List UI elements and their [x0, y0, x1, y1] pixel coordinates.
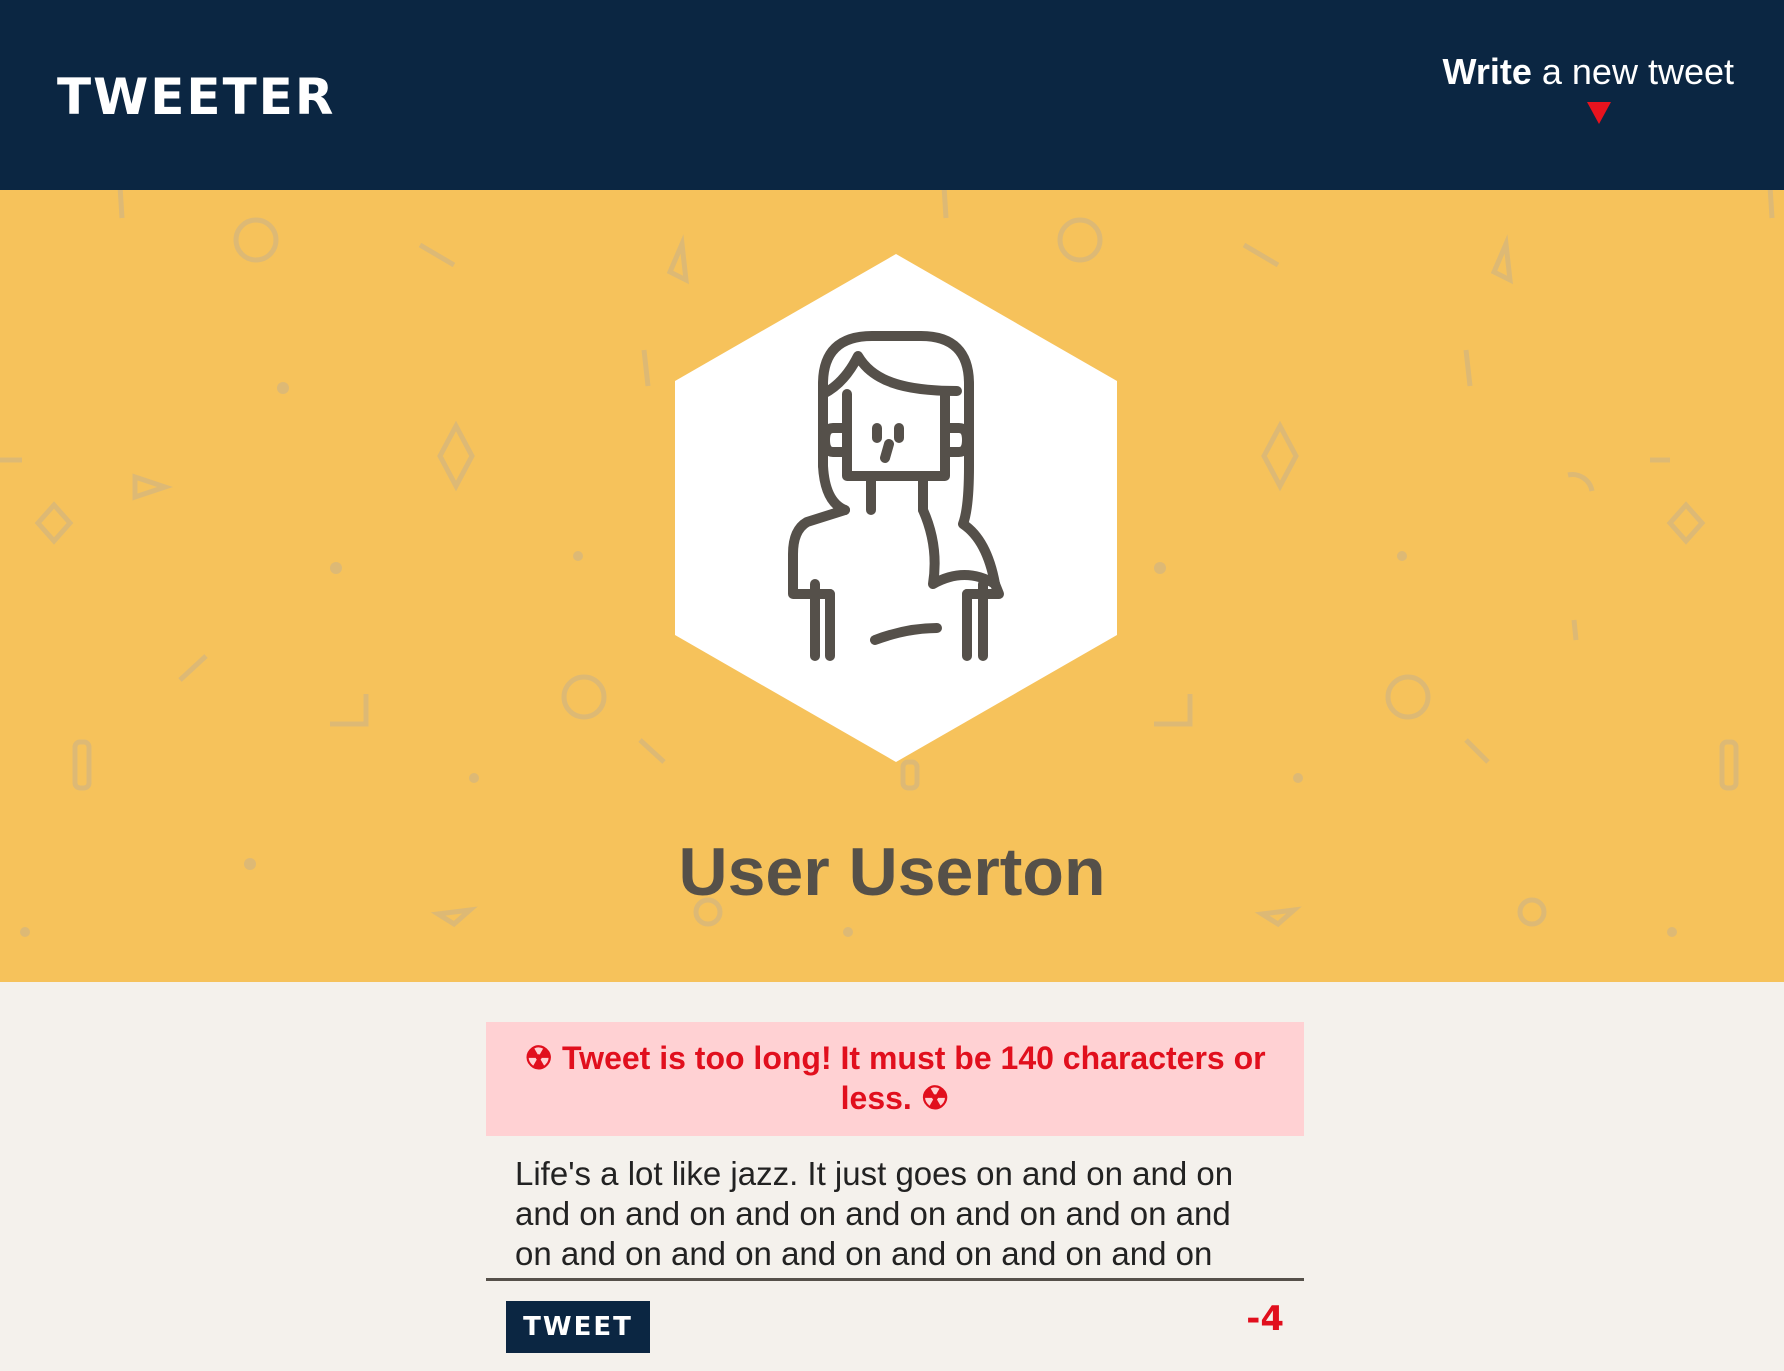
error-text: Tweet is too long! It must be 140 charac…	[562, 1040, 1266, 1116]
radioactive-icon: ☢	[524, 1040, 554, 1076]
profile-banner: User Userton	[0, 190, 1784, 982]
radioactive-icon: ☢	[920, 1080, 950, 1116]
navbar: TWEETER Write a new tweet	[0, 0, 1784, 190]
compose-toggle-bold: Write	[1442, 51, 1532, 92]
woman-avatar-icon	[675, 254, 1117, 762]
error-message: ☢ Tweet is too long! It must be 140 char…	[486, 1022, 1304, 1136]
composer-actions: TWEET -4	[486, 1281, 1304, 1371]
tweet-button[interactable]: TWEET	[506, 1301, 650, 1353]
brand-logo[interactable]: TWEETER	[57, 70, 335, 124]
caret-down-icon[interactable]	[1586, 102, 1611, 124]
character-counter: -4	[1246, 1299, 1284, 1339]
compose-toggle-label[interactable]: Write a new tweet	[1443, 50, 1734, 94]
compose-toggle-rest: a new tweet	[1531, 51, 1734, 92]
profile-name: User Userton	[678, 834, 1106, 910]
profile-avatar	[675, 254, 1117, 762]
tweet-composer: ☢ Tweet is too long! It must be 140 char…	[486, 1022, 1304, 1371]
compose-toggle[interactable]: Write a new tweet	[1443, 50, 1734, 124]
tweet-textarea[interactable]: Life's a lot like jazz. It just goes on …	[486, 1136, 1304, 1281]
